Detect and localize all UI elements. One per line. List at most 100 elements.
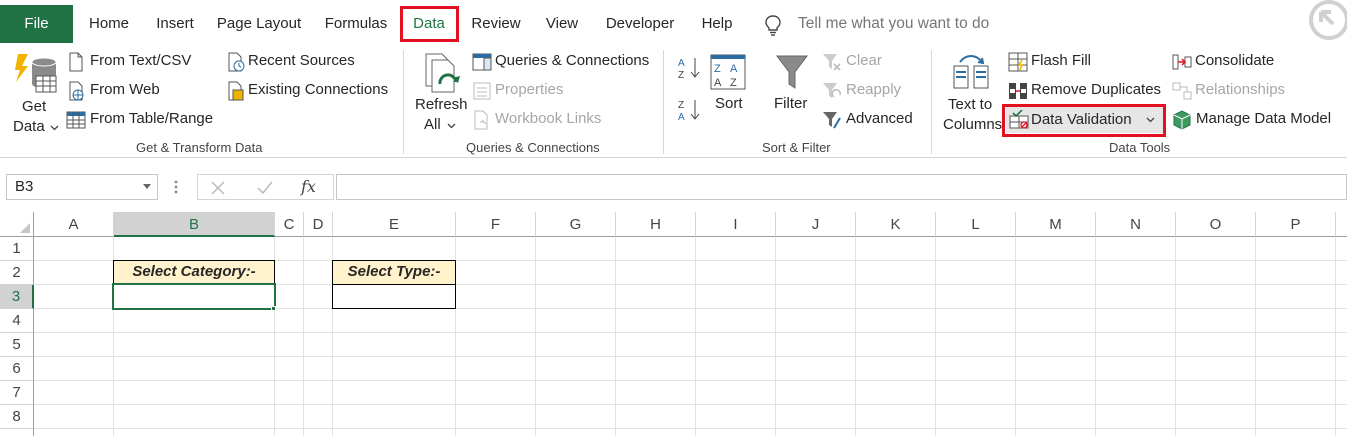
chevron-down-icon (447, 123, 456, 129)
row-header-5[interactable]: 5 (0, 333, 34, 357)
row-header-1[interactable]: 1 (0, 237, 34, 261)
row-header-6[interactable]: 6 (0, 357, 34, 381)
excel-window: File Home Insert Page Layout Formulas Da… (0, 0, 1347, 436)
tab-view[interactable]: View (538, 6, 586, 42)
column-header-d[interactable]: D (304, 212, 333, 237)
sort-button[interactable]: ZAAZ Sort (706, 52, 750, 118)
get-data-button[interactable]: Get Data (8, 50, 62, 135)
sort-a-z-button[interactable]: AZ (678, 56, 700, 80)
ribbon-tab-bar: File Home Insert Page Layout Formulas Da… (0, 0, 1347, 46)
insert-function-button[interactable]: fx (301, 177, 316, 196)
fill-handle[interactable] (271, 306, 276, 311)
gridline (1255, 237, 1256, 436)
tab-page-layout[interactable]: Page Layout (212, 6, 306, 42)
sort-dialog-icon: Z AA Z (710, 54, 746, 90)
column-header-i[interactable]: I (696, 212, 776, 237)
column-header-n[interactable]: N (1096, 212, 1176, 237)
active-cell-selection (112, 283, 276, 310)
formula-input[interactable] (336, 174, 1347, 200)
tab-developer[interactable]: Developer (598, 6, 682, 42)
group-label-sort-filter: Sort & Filter (762, 140, 831, 155)
tab-review[interactable]: Review (466, 6, 526, 42)
refresh-label-1: Refresh (415, 96, 468, 113)
column-header-next[interactable] (1336, 212, 1347, 237)
consolidate-button[interactable]: Consolidate (1172, 51, 1292, 73)
queries-connections-button[interactable]: Queries & Connections (472, 51, 652, 73)
manage-data-model-label: Manage Data Model (1196, 110, 1332, 127)
clear-button[interactable]: Clear (822, 51, 902, 73)
recent-sources-button[interactable]: Recent Sources (226, 51, 356, 73)
gridline (34, 404, 1347, 405)
refresh-all-button[interactable]: Refresh All (412, 50, 468, 136)
select-all-corner[interactable] (0, 212, 34, 237)
worksheet-grid[interactable]: A B C D E F G H I J K L M N O P 1 2 3 4 … (0, 212, 1347, 436)
tab-file[interactable]: File (0, 5, 73, 43)
text-to-columns-button[interactable]: Text to Columns (940, 52, 1002, 136)
name-box-value: B3 (15, 178, 34, 195)
chevron-down-icon[interactable] (143, 184, 151, 189)
formula-buttons: fx (197, 174, 334, 200)
search-placeholder: Tell me what you want to do (798, 15, 990, 32)
from-text-csv-button[interactable]: From Text/CSV (66, 51, 216, 73)
more-options-icon[interactable] (172, 178, 180, 196)
column-header-e[interactable]: E (333, 212, 456, 237)
column-header-j[interactable]: J (776, 212, 856, 237)
name-box[interactable]: B3 (6, 174, 158, 200)
column-header-b[interactable]: B (114, 212, 275, 237)
flash-fill-button[interactable]: Flash Fill (1008, 51, 1108, 73)
gridline (34, 356, 1347, 357)
collapse-ribbon-icon[interactable] (1303, 0, 1347, 44)
filter-icon (776, 55, 808, 89)
gridline (34, 380, 1347, 381)
svg-text:A: A (730, 63, 738, 75)
reapply-button[interactable]: Reapply (822, 80, 912, 102)
row-header-2[interactable]: 2 (0, 261, 34, 285)
gridline (34, 428, 1347, 429)
column-header-c[interactable]: C (275, 212, 304, 237)
tab-formulas[interactable]: Formulas (318, 6, 394, 42)
filter-button[interactable]: Filter (766, 52, 818, 118)
workbook-links-button[interactable]: Workbook Links (472, 109, 612, 131)
cancel-icon[interactable] (210, 180, 226, 196)
tab-insert[interactable]: Insert (148, 6, 202, 42)
refresh-label-2: All (424, 116, 441, 133)
from-table-range-button[interactable]: From Table/Range (66, 109, 216, 131)
column-header-o[interactable]: O (1176, 212, 1256, 237)
advanced-filter-button[interactable]: Advanced (822, 109, 922, 131)
row-header-4[interactable]: 4 (0, 309, 34, 333)
existing-connections-button[interactable]: Existing Connections (226, 80, 391, 102)
row-header-7[interactable]: 7 (0, 381, 34, 405)
queries-connections-label: Queries & Connections (495, 52, 650, 69)
column-header-m[interactable]: M (1016, 212, 1096, 237)
remove-duplicates-button[interactable]: Remove Duplicates (1008, 80, 1168, 102)
tab-home[interactable]: Home (80, 6, 138, 42)
consolidate-label: Consolidate (1195, 52, 1275, 69)
column-header-l[interactable]: L (936, 212, 1016, 237)
from-web-button[interactable]: From Web (66, 80, 216, 102)
workbook-links-icon (474, 110, 488, 130)
cell-e3[interactable] (332, 284, 456, 309)
column-header-g[interactable]: G (536, 212, 616, 237)
column-header-p[interactable]: P (1256, 212, 1336, 237)
cell-b2-select-category[interactable]: Select Category:- (113, 260, 275, 285)
column-header-k[interactable]: K (856, 212, 936, 237)
tab-help[interactable]: Help (694, 6, 740, 42)
enter-checkmark-icon[interactable] (256, 180, 274, 196)
refresh-icon (425, 53, 460, 93)
relationships-button[interactable]: Relationships (1172, 80, 1302, 102)
row-header-8[interactable]: 8 (0, 405, 34, 429)
manage-data-model-button[interactable]: Manage Data Model (1172, 109, 1342, 131)
row-header-next[interactable] (0, 429, 34, 436)
gridline (535, 237, 536, 436)
sort-z-a-button[interactable]: ZA (678, 98, 700, 122)
formula-bar: B3 fx (0, 168, 1347, 204)
column-header-h[interactable]: H (616, 212, 696, 237)
column-header-f[interactable]: F (456, 212, 536, 237)
cell-e2-select-type[interactable]: Select Type:- (332, 260, 456, 285)
row-header-3[interactable]: 3 (0, 285, 34, 309)
properties-button[interactable]: Properties (472, 80, 592, 102)
text-file-icon (69, 52, 83, 72)
column-header-a[interactable]: A (34, 212, 114, 237)
text-to-columns-label-2: Columns (943, 116, 1003, 133)
relationships-label: Relationships (1195, 81, 1286, 98)
